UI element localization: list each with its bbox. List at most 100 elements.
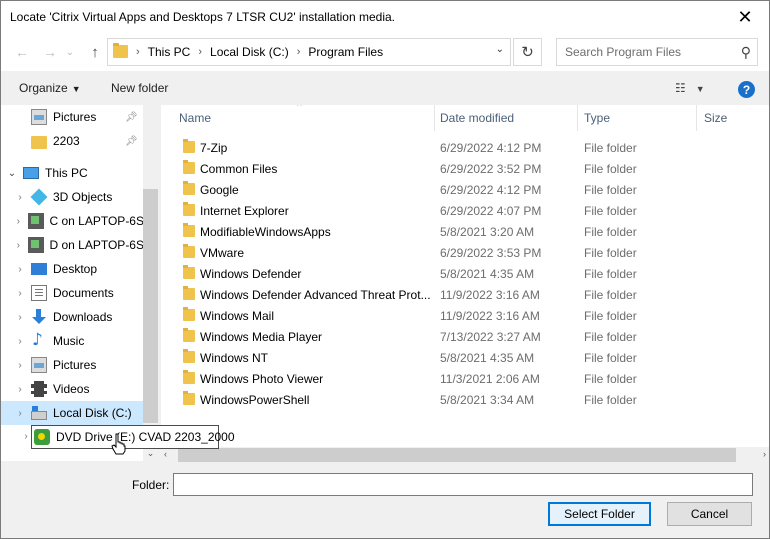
forward-button[interactable]: → [39, 41, 61, 63]
this-pc-icon [23, 167, 39, 179]
address-bar[interactable]: › This PC › Local Disk (C:) › Program Fi… [107, 38, 511, 66]
chevron-right-icon[interactable]: › [13, 264, 27, 275]
search-icon[interactable]: ⚲ [741, 44, 751, 61]
file-row[interactable]: Windows Defender Advanced Threat Prot...… [161, 284, 769, 305]
3d-objects-icon [30, 188, 48, 206]
column-header-row: ^ Name Date modified Type Size [161, 105, 769, 131]
folder-field[interactable] [173, 473, 753, 496]
column-type[interactable]: Type [584, 111, 610, 125]
select-folder-button[interactable]: Select Folder [548, 502, 651, 526]
column-divider[interactable] [577, 105, 578, 131]
nav-vertical-scrollbar[interactable]: ⌄ [143, 105, 158, 461]
file-row[interactable]: WindowsPowerShell 5/8/2021 3:34 AM File fo… [161, 389, 769, 410]
file-type: File folder [584, 351, 637, 365]
file-date-modified: 6/29/2022 4:07 PM [440, 204, 542, 218]
chevron-right-icon: › [198, 46, 203, 58]
organize-button[interactable]: Organize ▼ [19, 81, 81, 95]
close-button[interactable]: ✕ [725, 3, 765, 31]
column-date-modified[interactable]: Date modified [440, 111, 514, 125]
network-drive-icon [27, 237, 44, 253]
nav-item-c-network[interactable]: › C on LAPTOP-6S [1, 209, 144, 233]
pin-icon: 📌︎ [125, 111, 138, 123]
file-row[interactable]: Google 6/29/2022 4:12 PM File folder [161, 179, 769, 200]
folder-icon [183, 265, 195, 279]
file-row[interactable]: Windows Photo Viewer 11/3/2021 2:06 AM Fil… [161, 368, 769, 389]
column-size[interactable]: Size [704, 111, 727, 125]
nav-item-this-pc[interactable]: ⌄ This PC [1, 161, 144, 185]
search-box: ⚲ [556, 38, 758, 66]
nav-item-music[interactable]: › Music [1, 329, 144, 353]
file-date-modified: 5/8/2021 4:35 AM [440, 351, 535, 365]
breadcrumb-this-pc[interactable]: This PC [142, 45, 197, 59]
file-row[interactable]: 7-Zip 6/29/2022 4:12 PM File folder [161, 137, 769, 158]
nav-item-downloads[interactable]: › Downloads [1, 305, 144, 329]
breadcrumb-program-files[interactable]: Program Files [302, 45, 389, 59]
nav-item-desktop[interactable]: › Desktop [1, 257, 144, 281]
recent-locations-button[interactable]: ⌄ [59, 41, 81, 63]
chevron-right-icon[interactable]: › [13, 312, 27, 323]
chevron-right-icon[interactable]: › [13, 288, 27, 299]
scroll-right-icon[interactable]: › [763, 449, 766, 459]
horizontal-scroll-thumb[interactable] [178, 448, 736, 462]
file-row[interactable]: ModifiableWindowsApps 5/8/2021 3:20 AM Fil… [161, 221, 769, 242]
up-button[interactable]: ↑ [84, 41, 106, 63]
nav-item-2203[interactable]: 2203 📌︎ [1, 129, 144, 153]
file-row[interactable]: Windows Mail 11/9/2022 3:16 AM File folder [161, 305, 769, 326]
folder-icon [31, 135, 47, 149]
file-date-modified: 5/8/2021 4:35 AM [440, 267, 535, 281]
dialog-title: Locate 'Citrix Virtual Apps and Desktops… [10, 10, 395, 24]
forward-arrow-icon: → [43, 44, 57, 60]
file-row[interactable]: Internet Explorer 6/29/2022 4:07 PM File f… [161, 200, 769, 221]
nav-item-local-disk[interactable]: › Local Disk (C:) [1, 401, 144, 425]
nav-item-3d-objects[interactable]: › 3D Objects [1, 185, 144, 209]
chevron-right-icon[interactable]: › [13, 240, 24, 251]
help-icon[interactable]: ? [738, 81, 755, 98]
chevron-right-icon[interactable]: › [13, 360, 27, 371]
pictures-icon [31, 357, 47, 373]
change-view-button[interactable]: ☷ ▼ [675, 81, 705, 95]
address-row: ← → ⌄ ↑ › This PC › Local Disk (C:) › Pr… [1, 33, 769, 71]
chevron-right-icon[interactable]: › [13, 192, 27, 203]
nav-item-documents[interactable]: › Documents [1, 281, 144, 305]
nav-scroll-thumb[interactable] [143, 189, 158, 423]
column-divider[interactable] [434, 105, 435, 131]
file-row[interactable]: VMware 6/29/2022 3:53 PM File folder [161, 242, 769, 263]
chevron-right-icon[interactable]: › [13, 216, 24, 227]
chevron-right-icon[interactable]: › [13, 408, 27, 419]
back-button[interactable]: ← [11, 41, 33, 63]
toolbar: Organize ▼ New folder ☷ ▼ ? [1, 71, 769, 105]
nav-item-d-network[interactable]: › D on LAPTOP-6S [1, 233, 144, 257]
breadcrumb: › This PC › Local Disk (C:) › Program Fi… [134, 45, 389, 59]
folder-icon [183, 349, 195, 363]
file-date-modified: 6/29/2022 3:52 PM [440, 162, 542, 176]
nav-item-pictures-quick[interactable]: Pictures 📌︎ [1, 105, 144, 129]
file-name: Windows Photo Viewer [200, 372, 324, 386]
file-row[interactable]: Windows Media Player 7/13/2022 3:27 AM Fil… [161, 326, 769, 347]
chevron-right-icon[interactable]: › [13, 336, 27, 347]
file-type: File folder [584, 204, 637, 218]
file-name: Windows Media Player [200, 330, 323, 344]
file-type: File folder [584, 162, 637, 176]
column-divider[interactable] [696, 105, 697, 131]
file-row[interactable]: Windows NT 5/8/2021 4:35 AM File folder [161, 347, 769, 368]
nav-item-videos[interactable]: › Videos [1, 377, 144, 401]
chevron-right-icon[interactable]: › [13, 384, 27, 395]
cancel-button[interactable]: Cancel [667, 502, 752, 526]
scroll-left-icon[interactable]: ‹ [164, 449, 167, 459]
column-name[interactable]: Name [179, 111, 211, 125]
file-row[interactable]: Windows Defender 5/8/2021 4:35 AM File fol… [161, 263, 769, 284]
nav-item-pictures[interactable]: › Pictures [1, 353, 144, 377]
search-input[interactable] [565, 45, 735, 59]
refresh-button[interactable]: ↻ [513, 38, 542, 66]
horizontal-scrollbar[interactable]: ‹ › [161, 447, 769, 463]
address-dropdown-icon[interactable]: ⌄ [496, 44, 504, 55]
nav-item-label: Pictures [53, 358, 97, 372]
file-name: Windows NT [200, 351, 269, 365]
chevron-down-icon[interactable]: ⌄ [5, 168, 19, 179]
file-row[interactable]: Common Files 6/29/2022 3:52 PM File folder [161, 158, 769, 179]
breadcrumb-local-disk[interactable]: Local Disk (C:) [204, 45, 295, 59]
new-folder-button[interactable]: New folder [111, 81, 168, 95]
dvd-drive-icon [34, 429, 50, 445]
file-name: Windows Defender Advanced Threat Prot... [200, 288, 431, 302]
file-name: Windows Mail [200, 309, 275, 323]
